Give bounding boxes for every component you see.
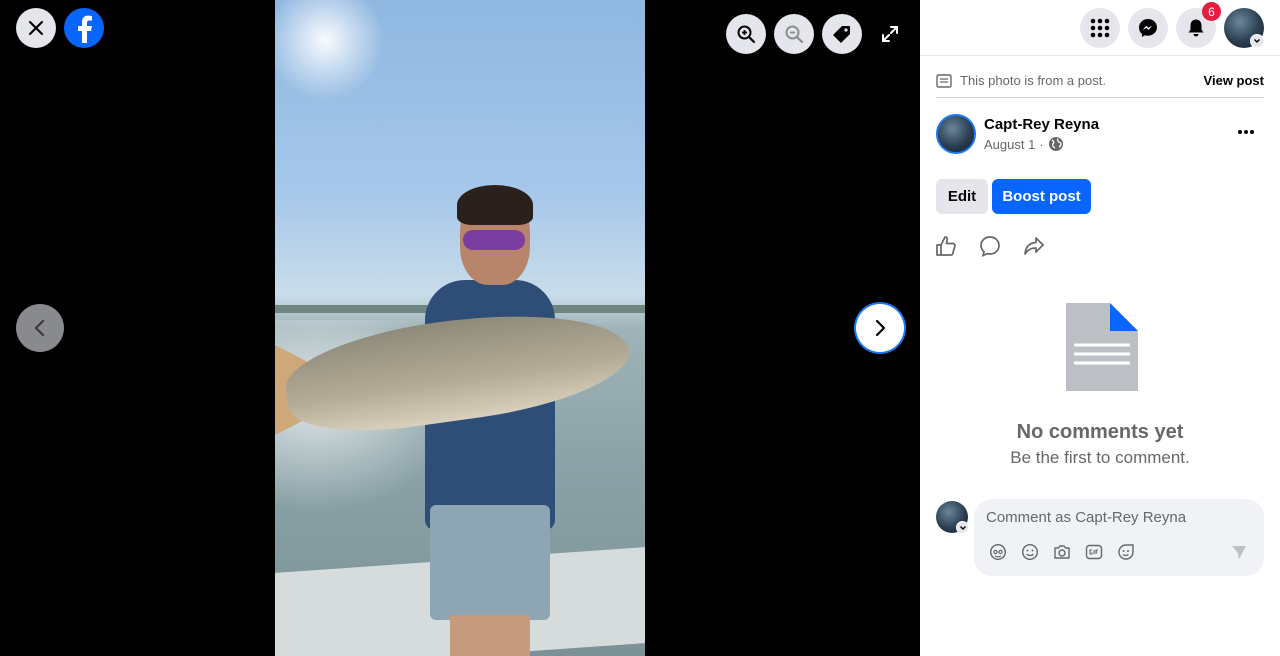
account-menu-chevron[interactable] bbox=[1250, 34, 1264, 48]
tag-icon bbox=[833, 26, 850, 43]
meta-separator: · bbox=[1039, 136, 1044, 152]
comment-icon bbox=[980, 236, 1000, 257]
post-header: Capt-Rey Reyna August 1 · bbox=[936, 114, 1264, 156]
close-button[interactable] bbox=[16, 8, 56, 48]
photo-source-row: This photo is from a post. View post bbox=[936, 64, 1264, 98]
fullscreen-icon bbox=[882, 26, 898, 42]
globe-icon bbox=[1048, 137, 1063, 151]
document-icon bbox=[1066, 303, 1138, 391]
share-button[interactable] bbox=[1022, 234, 1046, 258]
send-icon bbox=[1232, 546, 1246, 559]
bell-icon bbox=[1188, 19, 1204, 37]
post-icon bbox=[936, 73, 952, 88]
zoom-out-icon bbox=[785, 25, 804, 44]
tag-button[interactable] bbox=[822, 14, 862, 54]
notifications-badge: 6 bbox=[1202, 2, 1221, 21]
comment-button[interactable] bbox=[978, 234, 1002, 258]
commenter-switch-chevron[interactable] bbox=[956, 521, 969, 534]
empty-comments-subtitle: Be the first to comment. bbox=[1010, 448, 1190, 467]
messenger-icon bbox=[1139, 19, 1157, 37]
chevron-right-icon bbox=[875, 319, 886, 337]
comment-composer bbox=[974, 499, 1264, 576]
more-icon bbox=[1238, 130, 1254, 134]
sticker-icon bbox=[1118, 544, 1134, 560]
camera-icon bbox=[1054, 545, 1070, 559]
chevron-left-icon bbox=[34, 319, 45, 337]
zoom-in-icon bbox=[737, 25, 756, 44]
post-meta: August 1 · bbox=[984, 136, 1064, 152]
photo-source-text: This photo is from a post. bbox=[960, 73, 1106, 88]
post-date[interactable]: August 1 bbox=[984, 137, 1035, 152]
fullscreen-button[interactable] bbox=[870, 14, 910, 54]
messenger-button[interactable] bbox=[1128, 8, 1168, 48]
chevron-down-icon bbox=[959, 525, 966, 530]
avatar-sticker-button[interactable] bbox=[989, 543, 1007, 561]
share-icon bbox=[1024, 237, 1044, 255]
zoom-out-button[interactable] bbox=[774, 14, 814, 54]
facebook-f-icon bbox=[78, 15, 92, 43]
more-options-button[interactable] bbox=[1232, 118, 1260, 146]
zoom-in-button[interactable] bbox=[726, 14, 766, 54]
author-avatar[interactable] bbox=[936, 114, 976, 154]
boost-post-button[interactable]: Boost post bbox=[992, 179, 1091, 214]
comment-input[interactable] bbox=[986, 507, 1256, 527]
sticker-button[interactable] bbox=[1117, 543, 1135, 561]
facebook-logo[interactable] bbox=[64, 8, 104, 48]
like-icon bbox=[936, 236, 956, 256]
gif-icon bbox=[1085, 544, 1103, 560]
like-button[interactable] bbox=[934, 234, 958, 258]
emoji-button[interactable] bbox=[1021, 543, 1039, 561]
photo-button[interactable] bbox=[1053, 543, 1071, 561]
gif-button[interactable] bbox=[1085, 543, 1103, 561]
send-comment-button[interactable] bbox=[1230, 543, 1248, 561]
post-photo bbox=[275, 0, 645, 656]
empty-comments-title: No comments yet bbox=[1016, 421, 1184, 443]
author-name[interactable]: Capt-Rey Reyna bbox=[984, 116, 1099, 133]
avatar-sticker-icon bbox=[989, 543, 1007, 561]
photo-viewer bbox=[0, 0, 920, 656]
close-icon bbox=[28, 20, 44, 36]
menu-grid-icon bbox=[1090, 18, 1110, 38]
emoji-icon bbox=[1021, 543, 1039, 561]
menu-button[interactable] bbox=[1080, 8, 1120, 48]
next-photo-button[interactable] bbox=[856, 304, 904, 352]
chevron-down-icon bbox=[1254, 39, 1260, 43]
view-post-link[interactable]: View post bbox=[1204, 73, 1264, 88]
edit-button[interactable]: Edit bbox=[936, 179, 988, 214]
previous-photo-button[interactable] bbox=[16, 304, 64, 352]
